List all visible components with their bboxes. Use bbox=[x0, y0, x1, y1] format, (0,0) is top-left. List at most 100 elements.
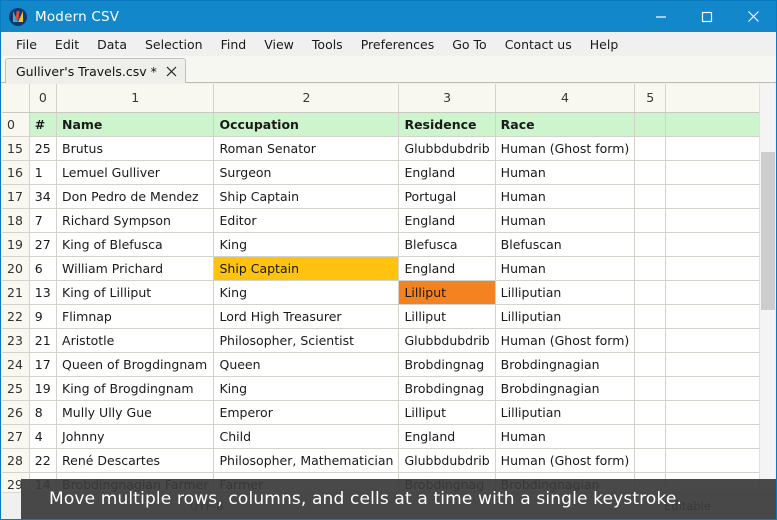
grid-cell[interactable] bbox=[634, 328, 667, 353]
grid-cell[interactable]: Brobdingnagian bbox=[495, 376, 636, 401]
grid-cell[interactable] bbox=[634, 280, 667, 305]
grid-cell[interactable]: Human bbox=[495, 184, 636, 209]
grid-cell[interactable] bbox=[634, 448, 667, 473]
grid-cell[interactable]: William Prichard bbox=[56, 256, 215, 281]
grid-cell[interactable]: 1 bbox=[29, 160, 58, 185]
grid-cell[interactable]: Richard Sympson bbox=[56, 208, 215, 233]
grid-cell[interactable]: Human (Ghost form) bbox=[495, 136, 636, 161]
row-header[interactable]: 20 bbox=[2, 256, 30, 281]
grid-cell[interactable] bbox=[665, 184, 760, 209]
grid-cell[interactable]: 22 bbox=[29, 448, 58, 473]
grid-cell[interactable]: King of Brogdingnam bbox=[56, 376, 215, 401]
close-icon[interactable] bbox=[730, 1, 776, 32]
column-header-2[interactable]: 2 bbox=[213, 84, 400, 113]
grid-cell[interactable]: René Descartes bbox=[56, 448, 215, 473]
grid-cell[interactable]: 25 bbox=[29, 136, 58, 161]
grid-cell[interactable] bbox=[665, 208, 760, 233]
column-header-[interactable] bbox=[665, 84, 760, 113]
menu-item-preferences[interactable]: Preferences bbox=[352, 34, 444, 55]
grid-cell[interactable]: Queen bbox=[213, 352, 400, 377]
grid-cell[interactable]: Johnny bbox=[56, 424, 215, 449]
grid-cell[interactable] bbox=[634, 160, 667, 185]
column-header-4[interactable]: 4 bbox=[495, 84, 636, 113]
grid-cell[interactable]: England bbox=[398, 424, 496, 449]
grid-cell[interactable] bbox=[634, 352, 667, 377]
grid-cell[interactable] bbox=[634, 424, 667, 449]
menu-item-help[interactable]: Help bbox=[581, 34, 628, 55]
grid-cell[interactable]: Race bbox=[495, 112, 636, 137]
tab-close-icon[interactable] bbox=[165, 65, 178, 78]
grid-cell[interactable] bbox=[634, 376, 667, 401]
grid-cell[interactable]: 8 bbox=[29, 400, 58, 425]
row-header[interactable]: 18 bbox=[2, 208, 30, 233]
menu-item-contact-us[interactable]: Contact us bbox=[496, 34, 581, 55]
grid-cell[interactable]: Editor bbox=[213, 208, 400, 233]
grid-cell[interactable]: Philosopher, Scientist bbox=[213, 328, 400, 353]
grid-cell[interactable]: Glubbdubdrib bbox=[398, 328, 496, 353]
grid-cell[interactable]: Surgeon bbox=[213, 160, 400, 185]
row-header[interactable]: 0 bbox=[2, 112, 30, 137]
grid-cell[interactable]: 7 bbox=[29, 208, 58, 233]
grid-cell[interactable]: Human bbox=[495, 160, 636, 185]
grid-cell[interactable]: Glubbdubdrib bbox=[398, 136, 496, 161]
grid-cell[interactable]: 6 bbox=[29, 256, 58, 281]
grid-cell[interactable] bbox=[665, 160, 760, 185]
grid-cell[interactable] bbox=[665, 376, 760, 401]
grid-cell[interactable]: Aristotle bbox=[56, 328, 215, 353]
menu-item-go-to[interactable]: Go To bbox=[443, 34, 495, 55]
grid-cell[interactable]: Ship Captain bbox=[213, 184, 400, 209]
grid-cell[interactable]: 34 bbox=[29, 184, 58, 209]
grid-cell[interactable] bbox=[634, 208, 667, 233]
grid-cell[interactable]: Lord High Treasurer bbox=[213, 304, 400, 329]
column-header-5[interactable]: 5 bbox=[634, 84, 667, 113]
grid-cell[interactable]: Blefuscan bbox=[495, 232, 636, 257]
grid-cell[interactable]: Brutus bbox=[56, 136, 215, 161]
grid-cell[interactable]: Brobdingnagian bbox=[495, 352, 636, 377]
spreadsheet-grid[interactable]: 0 1 2 3 4 5 0 # Name Occupation Residence Race 15 25 B… bbox=[2, 84, 760, 494]
grid-cell[interactable] bbox=[634, 400, 667, 425]
grid-cell[interactable] bbox=[665, 280, 760, 305]
grid-cell[interactable]: 4 bbox=[29, 424, 58, 449]
grid-cell[interactable] bbox=[634, 304, 667, 329]
column-header-1[interactable]: 1 bbox=[56, 84, 215, 113]
grid-cell[interactable]: Human (Ghost form) bbox=[495, 328, 636, 353]
grid-cell[interactable]: Name bbox=[56, 112, 215, 137]
grid-cell[interactable]: Don Pedro de Mendez bbox=[56, 184, 215, 209]
grid-cell[interactable]: King bbox=[213, 232, 400, 257]
grid-cell[interactable]: Glubbdubdrib bbox=[398, 448, 496, 473]
grid-cell[interactable] bbox=[665, 232, 760, 257]
grid-cell[interactable] bbox=[665, 304, 760, 329]
grid-cell[interactable]: 27 bbox=[29, 232, 58, 257]
column-header-0[interactable]: 0 bbox=[29, 84, 58, 113]
menu-item-view[interactable]: View bbox=[255, 34, 303, 55]
maximize-icon[interactable] bbox=[684, 1, 730, 32]
grid-cell[interactable]: King of Lilliput bbox=[56, 280, 215, 305]
grid-cell[interactable] bbox=[665, 352, 760, 377]
grid-cell[interactable]: Blefusca bbox=[398, 232, 496, 257]
grid-cell[interactable]: Lilliputian bbox=[495, 400, 636, 425]
grid-cell[interactable]: England bbox=[398, 208, 496, 233]
grid-cell[interactable]: # bbox=[29, 112, 58, 137]
menu-item-edit[interactable]: Edit bbox=[46, 34, 88, 55]
row-header[interactable]: 19 bbox=[2, 232, 30, 257]
grid-cell[interactable]: King of Blefusca bbox=[56, 232, 215, 257]
vertical-scrollbar[interactable] bbox=[759, 84, 775, 494]
grid-cell[interactable]: Roman Senator bbox=[213, 136, 400, 161]
vertical-scrollbar-thumb[interactable] bbox=[761, 152, 775, 310]
row-header[interactable]: 26 bbox=[2, 400, 30, 425]
grid-cell[interactable]: King bbox=[213, 280, 400, 305]
menu-item-find[interactable]: Find bbox=[212, 34, 256, 55]
grid-cell[interactable]: Lilliputian bbox=[495, 280, 636, 305]
grid-cell[interactable]: Lemuel Gulliver bbox=[56, 160, 215, 185]
grid-cell[interactable]: 9 bbox=[29, 304, 58, 329]
row-header[interactable]: 27 bbox=[2, 424, 30, 449]
row-header[interactable]: 24 bbox=[2, 352, 30, 377]
row-header[interactable]: 21 bbox=[2, 280, 30, 305]
grid-cell[interactable]: Human bbox=[495, 208, 636, 233]
grid-cell[interactable] bbox=[634, 112, 667, 137]
grid-cell[interactable]: Ship Captain bbox=[213, 256, 400, 281]
grid-cell[interactable]: Lilliput bbox=[398, 280, 496, 305]
grid-cell[interactable] bbox=[634, 232, 667, 257]
grid-cell[interactable]: 17 bbox=[29, 352, 58, 377]
row-header[interactable]: 28 bbox=[2, 448, 30, 473]
